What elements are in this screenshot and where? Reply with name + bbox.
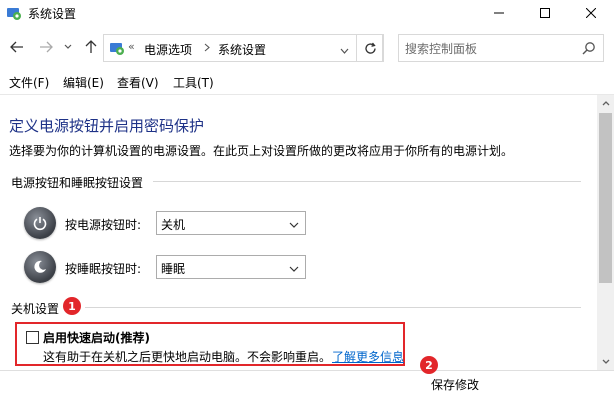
page-title: 定义电源按钮并启用密码保护 bbox=[9, 117, 205, 135]
scroll-up-icon[interactable] bbox=[597, 95, 614, 112]
menu-edit[interactable]: 编辑(E) bbox=[63, 74, 104, 91]
maximize-button[interactable] bbox=[522, 0, 568, 26]
shutdown-section-label: 关机设置 bbox=[11, 302, 60, 316]
menu-bar: 文件(F) 编辑(E) 查看(V) 工具(T) bbox=[0, 72, 614, 92]
control-panel-icon bbox=[6, 5, 22, 21]
breadcrumb-item-system-settings[interactable]: 系统设置 bbox=[218, 41, 266, 58]
save-changes-button[interactable]: 保存修改 bbox=[410, 372, 500, 396]
breadcrumb-overflow[interactable]: « bbox=[128, 40, 135, 53]
search-icon[interactable] bbox=[582, 41, 596, 58]
main-content: 定义电源按钮并启用密码保护 选择要为你的计算机设置的电源设置。在此页上对设置所做… bbox=[0, 95, 597, 370]
sleep-button-label: 按睡眠按钮时: bbox=[65, 262, 142, 276]
scroll-down-icon[interactable] bbox=[597, 353, 614, 370]
search-input[interactable] bbox=[405, 40, 575, 58]
menu-view[interactable]: 查看(V) bbox=[117, 74, 159, 91]
learn-more-link[interactable]: 了解更多信息 bbox=[332, 348, 404, 365]
vertical-scrollbar[interactable] bbox=[597, 95, 614, 370]
fast-startup-label[interactable]: 启用快速启动(推荐) bbox=[43, 329, 150, 346]
fast-startup-checkbox[interactable] bbox=[26, 331, 39, 344]
refresh-button[interactable] bbox=[356, 34, 384, 62]
breadcrumb-item-power-options[interactable]: 电源选项 bbox=[144, 41, 192, 58]
recent-locations-button[interactable] bbox=[62, 38, 74, 56]
page-description: 选择要为你的计算机设置的电源设置。在此页上对设置所做的更改将应用于你所有的电源计… bbox=[9, 144, 514, 158]
annotation-badge-1: 1 bbox=[63, 297, 81, 315]
close-button[interactable] bbox=[568, 0, 614, 26]
divider bbox=[0, 370, 614, 371]
chevron-down-icon bbox=[289, 262, 299, 276]
divider bbox=[85, 307, 581, 308]
power-button-select[interactable]: 关机 bbox=[156, 211, 306, 235]
power-button-label: 按电源按钮时: bbox=[65, 218, 142, 232]
chevron-right-icon bbox=[204, 40, 210, 55]
up-button[interactable] bbox=[82, 38, 100, 56]
chevron-down-icon bbox=[289, 218, 299, 232]
power-button-icon bbox=[24, 207, 56, 239]
forward-button[interactable] bbox=[37, 38, 55, 56]
sleep-button-icon bbox=[24, 251, 56, 283]
scrollbar-thumb[interactable] bbox=[599, 113, 612, 283]
window-title: 系统设置 bbox=[28, 7, 77, 21]
fast-startup-description: 这有助于在关机之后更快地启动电脑。不会影响重启。 bbox=[43, 350, 332, 364]
sleep-button-value: 睡眠 bbox=[161, 262, 186, 276]
search-box[interactable] bbox=[398, 34, 604, 62]
minimize-button[interactable] bbox=[476, 0, 522, 26]
chevron-down-icon[interactable] bbox=[340, 43, 349, 57]
back-button[interactable] bbox=[8, 38, 26, 56]
menu-file[interactable]: 文件(F) bbox=[9, 74, 49, 91]
menu-tools[interactable]: 工具(T) bbox=[173, 74, 214, 91]
navigation-bar: « 电源选项 系统设置 bbox=[0, 30, 614, 66]
sleep-button-select[interactable]: 睡眠 bbox=[156, 255, 306, 279]
power-section-label: 电源按钮和睡眠按钮设置 bbox=[11, 176, 144, 190]
address-bar[interactable]: « 电源选项 系统设置 bbox=[103, 34, 383, 62]
title-bar: 系统设置 bbox=[0, 0, 614, 26]
power-button-value: 关机 bbox=[161, 218, 186, 232]
control-panel-icon bbox=[109, 40, 125, 59]
divider bbox=[153, 181, 581, 182]
